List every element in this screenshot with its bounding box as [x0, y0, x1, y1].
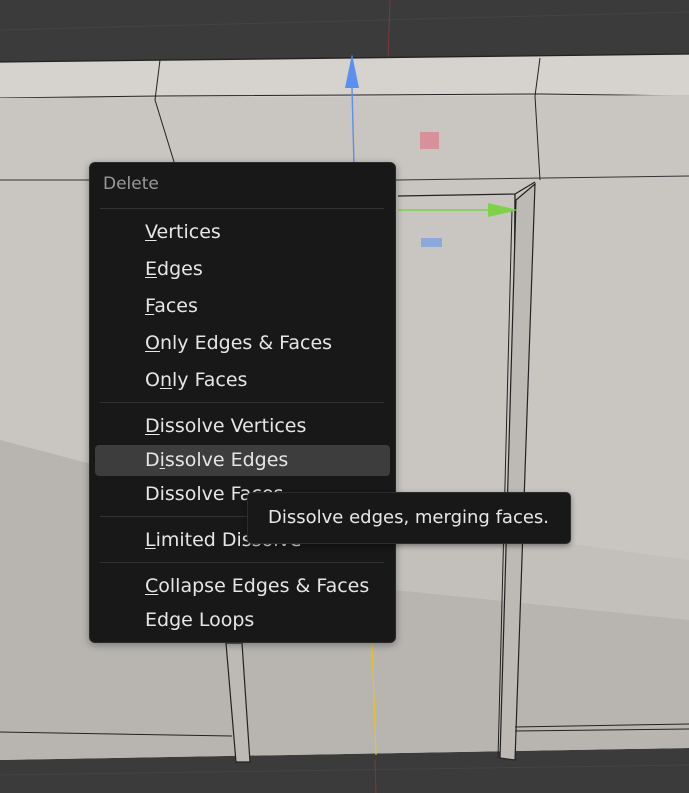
x-plane-handle[interactable] — [420, 132, 439, 149]
menu-separator — [100, 562, 384, 563]
menu-item-dissolve-edges[interactable]: Dissolve Edges — [95, 445, 390, 476]
delete-menu: Delete Vertices Edges Faces Only Edges &… — [89, 162, 396, 643]
menu-item-only-faces[interactable]: Only Faces — [95, 365, 390, 396]
menu-separator — [100, 402, 384, 403]
z-plane-handle[interactable] — [421, 238, 442, 247]
menu-item-edges[interactable]: Edges — [95, 254, 390, 285]
menu-item-collapse-edges-faces[interactable]: Collapse Edges & Faces — [95, 571, 390, 602]
tooltip: Dissolve edges, merging faces. — [247, 492, 571, 544]
menu-separator — [100, 208, 384, 209]
tooltip-text: Dissolve edges, merging faces. — [268, 507, 550, 528]
menu-item-only-edges-faces[interactable]: Only Edges & Faces — [95, 328, 390, 359]
menu-item-faces[interactable]: Faces — [95, 291, 390, 322]
menu-item-edge-loops[interactable]: Edge Loops — [95, 605, 390, 636]
menu-item-vertices[interactable]: Vertices — [95, 217, 390, 248]
menu-item-dissolve-vertices[interactable]: Dissolve Vertices — [95, 411, 390, 442]
menu-title: Delete — [103, 174, 159, 194]
